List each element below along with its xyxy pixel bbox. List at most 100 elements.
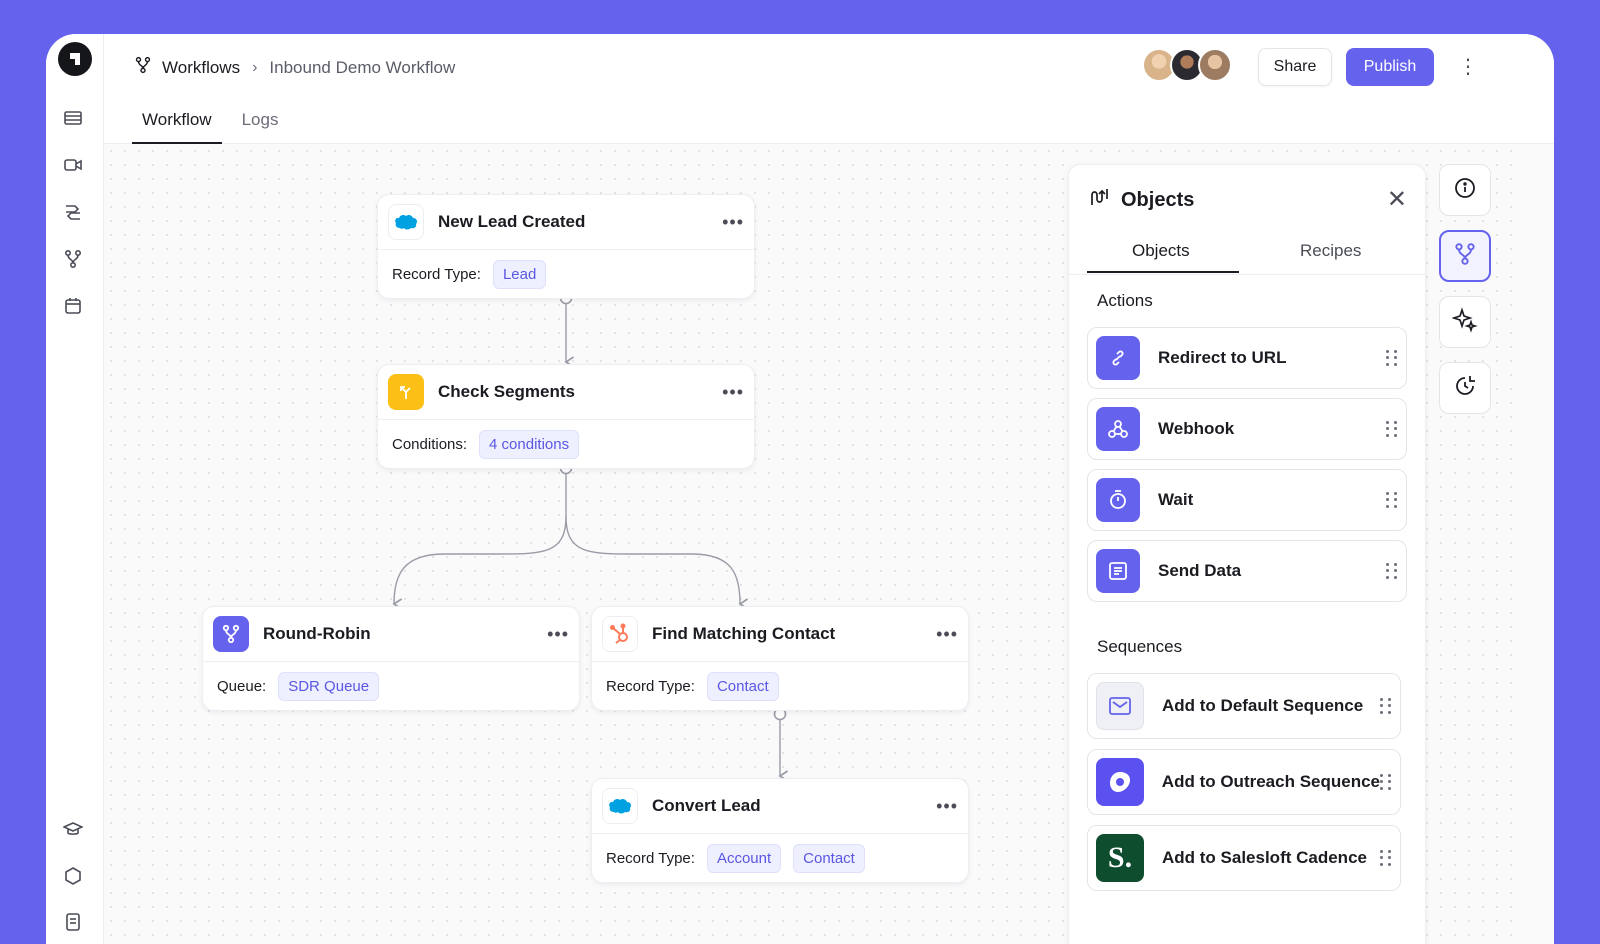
record-type-chip[interactable]: Account: [706, 843, 782, 873]
sequence-label: Add to Outreach Sequence: [1161, 772, 1380, 791]
sequence-add-to-outreach[interactable]: Add to Outreach Sequence: [1087, 749, 1401, 815]
node-new-lead-created[interactable]: New Lead Created ••• Record Type: Lead: [377, 194, 755, 299]
node-title: Round-Robin: [263, 624, 371, 643]
node-title: Find Matching Contact: [652, 624, 836, 643]
node-title: Check Segments: [438, 382, 575, 401]
workflows-icon[interactable]: [63, 249, 87, 273]
timer-icon: [1096, 478, 1140, 522]
sparkles-icon: [1451, 306, 1478, 338]
breadcrumb: Workflows › Inbound Demo Workflow: [134, 56, 455, 79]
field-label: Queue:: [217, 677, 267, 695]
node-more-icon[interactable]: •••: [547, 624, 569, 645]
node-body: Record Type: Account Contact: [592, 834, 968, 882]
chevron-right-icon: ›: [252, 58, 258, 76]
record-type-chip[interactable]: Contact: [793, 843, 865, 873]
action-redirect-to-url[interactable]: Redirect to URL: [1087, 327, 1407, 389]
routing-icon[interactable]: [63, 202, 87, 226]
info-icon: [1453, 176, 1477, 205]
action-label: Webhook: [1158, 419, 1235, 438]
breadcrumb-current-page: Inbound Demo Workflow: [269, 57, 456, 77]
conditions-chip[interactable]: 4 conditions: [479, 429, 580, 459]
node-more-icon[interactable]: •••: [936, 624, 958, 645]
salesforce-icon: [388, 204, 424, 240]
node-title: New Lead Created: [438, 212, 586, 231]
sequence-add-to-default[interactable]: Add to Default Sequence: [1087, 673, 1401, 739]
action-wait[interactable]: Wait: [1087, 469, 1407, 531]
node-check-segments[interactable]: Check Segments ••• Conditions: 4 conditi…: [377, 364, 755, 469]
drag-handle-icon[interactable]: [1386, 563, 1398, 579]
record-type-chip[interactable]: Lead: [492, 259, 547, 289]
node-title: Convert Lead: [652, 796, 761, 815]
workflows-icon: [1453, 242, 1477, 271]
node-header: Round-Robin •••: [203, 607, 579, 662]
tab-objects[interactable]: Objects: [1132, 241, 1190, 261]
drag-handle-icon[interactable]: [1386, 421, 1398, 437]
video-icon[interactable]: [63, 155, 87, 179]
branch-icon: [388, 374, 424, 410]
panel-title: Objects: [1089, 187, 1194, 213]
field-label: Record Type:: [392, 265, 481, 283]
calendar-icon[interactable]: [63, 296, 87, 320]
info-button[interactable]: [1439, 164, 1491, 216]
node-more-icon[interactable]: •••: [722, 212, 744, 233]
node-more-icon[interactable]: •••: [936, 796, 958, 817]
avatar[interactable]: [1198, 48, 1232, 82]
workflows-icon: [134, 56, 152, 79]
queue-chip[interactable]: SDR Queue: [278, 671, 380, 701]
app-logo[interactable]: [58, 42, 92, 76]
drag-handle-icon[interactable]: [1380, 698, 1392, 714]
action-label: Redirect to URL: [1158, 348, 1287, 367]
tab-recipes[interactable]: Recipes: [1300, 241, 1361, 261]
panel-tabs: Objects Recipes: [1069, 233, 1425, 275]
sequences-section-label: Sequences: [1097, 637, 1183, 656]
document-icon[interactable]: [63, 912, 87, 936]
tab-logs[interactable]: Logs: [232, 104, 289, 144]
drag-handle-icon[interactable]: [1386, 350, 1398, 366]
field-label: Conditions:: [392, 435, 468, 453]
breadcrumb-workflows[interactable]: Workflows: [134, 56, 240, 79]
workflow-objects-button[interactable]: [1439, 230, 1491, 282]
objects-icon: [1089, 187, 1111, 213]
field-label: Record Type:: [606, 849, 695, 867]
publish-button[interactable]: Publish: [1346, 48, 1434, 86]
tab-workflow[interactable]: Workflow: [132, 104, 222, 144]
collaborator-avatars: [1142, 48, 1232, 82]
node-header: New Lead Created •••: [378, 195, 754, 250]
drag-handle-icon[interactable]: [1380, 850, 1392, 866]
drag-handle-icon[interactable]: [1386, 492, 1398, 508]
close-icon[interactable]: ✕: [1387, 185, 1407, 214]
action-label: Wait: [1158, 490, 1194, 509]
breadcrumb-root-label: Workflows: [162, 57, 241, 77]
list-icon: [1096, 549, 1140, 593]
objects-panel: Objects ✕ Objects Recipes Actions Redire…: [1068, 164, 1426, 944]
sequence-add-to-salesloft[interactable]: S. Add to Salesloft Cadence: [1087, 825, 1401, 891]
outreach-icon: [1096, 758, 1144, 806]
ai-assist-button[interactable]: [1439, 296, 1491, 348]
drag-handle-icon[interactable]: [1380, 774, 1392, 790]
share-button[interactable]: Share: [1258, 48, 1332, 86]
action-send-data[interactable]: Send Data: [1087, 540, 1407, 602]
record-type-chip[interactable]: Contact: [706, 671, 779, 701]
salesloft-icon: S.: [1096, 834, 1144, 882]
action-webhook[interactable]: Webhook: [1087, 398, 1407, 460]
learning-icon[interactable]: [62, 819, 87, 843]
node-header: Check Segments •••: [378, 365, 754, 420]
history-button[interactable]: [1439, 362, 1491, 414]
sequence-label: Add to Default Sequence: [1162, 696, 1364, 715]
node-more-icon[interactable]: •••: [722, 382, 744, 403]
node-find-matching-contact[interactable]: Find Matching Contact ••• Record Type: C…: [591, 606, 969, 711]
salesloft-logo-letter: S.: [1107, 841, 1133, 874]
top-header: Workflows › Inbound Demo Workflow Workfl…: [104, 34, 1554, 144]
active-tab-indicator: [1087, 271, 1239, 273]
round-robin-icon: [213, 616, 249, 652]
left-sidebar: [46, 34, 104, 944]
node-convert-lead[interactable]: Convert Lead ••• Record Type: Account Co…: [591, 778, 969, 883]
more-options-icon[interactable]: ⋮: [1456, 54, 1480, 80]
node-body: Conditions: 4 conditions: [378, 420, 754, 468]
table-icon[interactable]: [63, 108, 87, 132]
node-header: Find Matching Contact •••: [592, 607, 968, 662]
field-label: Record Type:: [606, 677, 695, 695]
node-round-robin[interactable]: Round-Robin ••• Queue: SDR Queue: [202, 606, 580, 711]
action-label: Send Data: [1158, 561, 1242, 580]
hexagon-icon[interactable]: [63, 866, 87, 890]
